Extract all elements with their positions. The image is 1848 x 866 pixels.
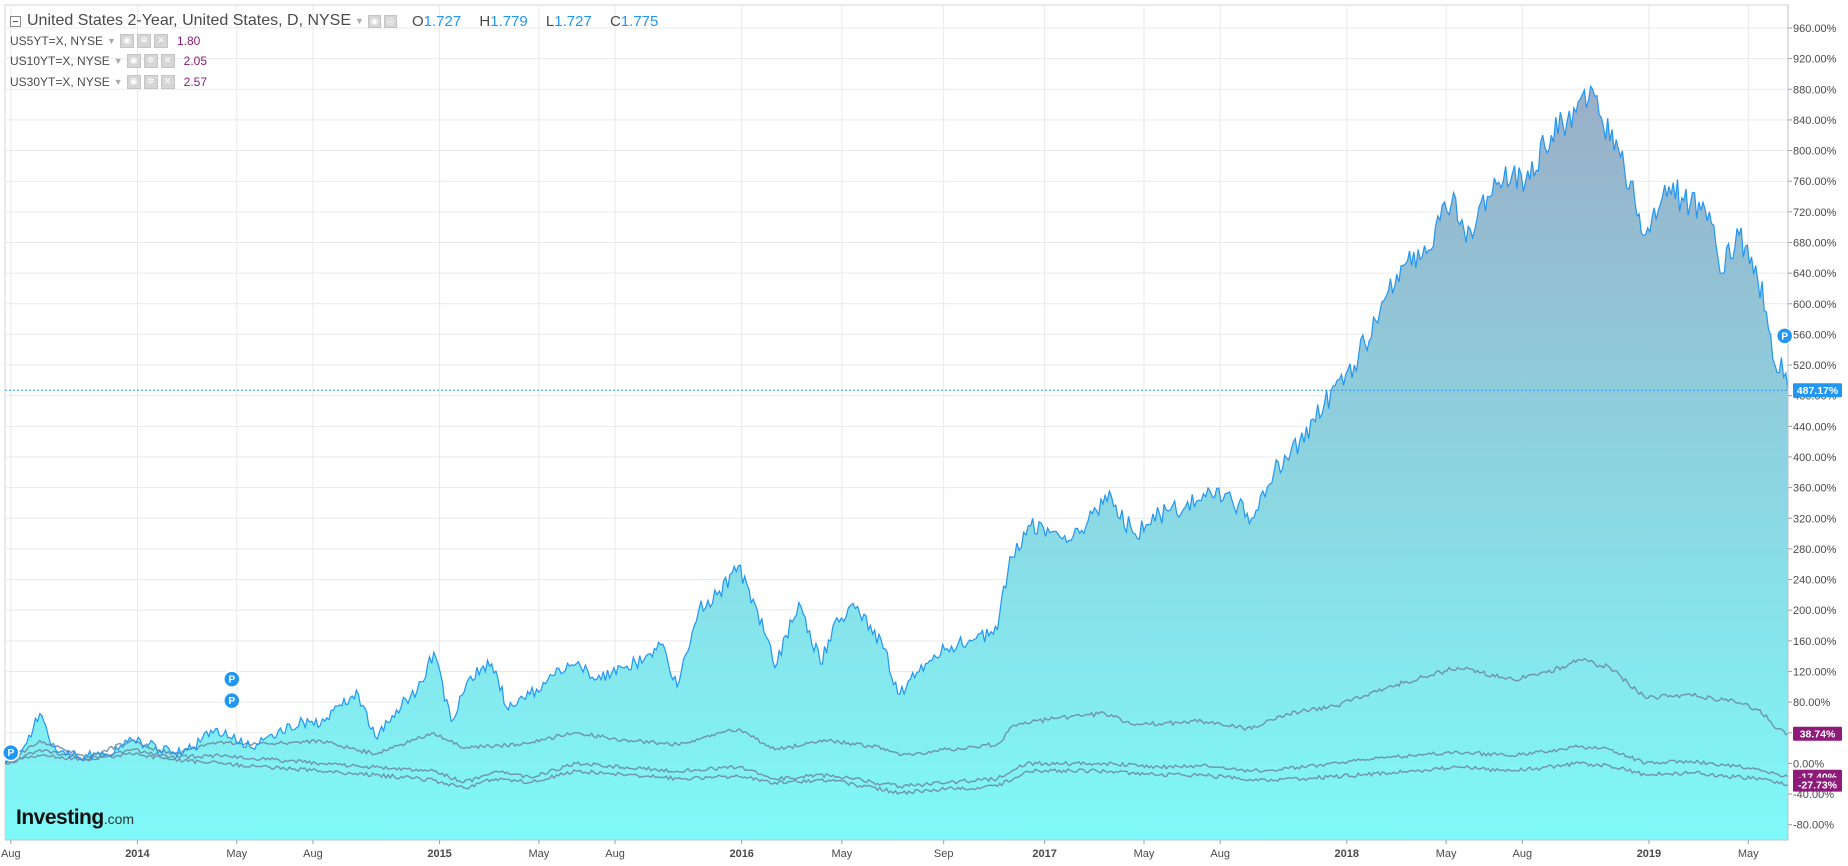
- x-tick-label: Aug: [605, 848, 625, 860]
- y-tick-label: 640.00%: [1793, 268, 1837, 280]
- x-tick-label: May: [831, 848, 852, 860]
- x-tick-label: May: [1738, 848, 1759, 860]
- x-tick-label: 2014: [125, 848, 150, 860]
- investing-logo: Investing.com: [16, 806, 134, 830]
- dropdown-caret-icon[interactable]: ▼: [114, 77, 123, 87]
- chart[interactable]: 960.00% 920.00% 880.00% 840.00% 800.00% 760.0…: [0, 0, 1848, 866]
- y-tick-label: 120.00%: [1793, 666, 1837, 678]
- settings-gear-icon[interactable]: ✲: [136, 34, 151, 48]
- last-value-label: 38.74%: [1800, 729, 1836, 741]
- y-tick-label: 960.00%: [1793, 23, 1837, 35]
- event-marker-label: P: [228, 675, 235, 686]
- last-value-label: 487.17%: [1797, 385, 1839, 397]
- y-tick-label: 880.00%: [1793, 84, 1837, 96]
- legend-row-us5yt[interactable]: US5YT=X, NYSE ▼ ◉ ✲ ✕ 1.80: [10, 32, 200, 50]
- y-tick-label: 920.00%: [1793, 54, 1837, 66]
- main-legend: United States 2-Year, United States, D, …: [10, 10, 672, 32]
- y-tick-label: 360.00%: [1793, 483, 1837, 495]
- chart-title: United States 2-Year, United States, D, …: [27, 12, 352, 29]
- low-value: 1.727: [554, 12, 592, 30]
- y-tick-label: 520.00%: [1793, 360, 1837, 372]
- y-tick-label: 240.00%: [1793, 575, 1837, 587]
- settings-gear-icon[interactable]: ✲: [143, 75, 158, 89]
- settings-icon[interactable]: ◉: [367, 14, 381, 28]
- legend-value: 2.05: [183, 54, 207, 68]
- high-value: 1.779: [490, 12, 528, 30]
- dropdown-caret-icon[interactable]: ▼: [355, 16, 364, 26]
- x-tick-label: Sep: [934, 848, 954, 860]
- settings-icon[interactable]: ◉: [126, 54, 141, 68]
- y-tick-label: 560.00%: [1793, 329, 1837, 341]
- logo-suffix: .com: [103, 811, 135, 827]
- x-tick-label: May: [1134, 848, 1155, 860]
- low-key: L: [545, 12, 555, 30]
- event-marker-label: P: [1781, 331, 1788, 342]
- x-tick-label: May: [226, 848, 247, 860]
- settings-icon[interactable]: ◉: [126, 75, 141, 89]
- y-tick-label: 80.00%: [1793, 697, 1831, 709]
- last-value-label: -27.73%: [1798, 780, 1838, 792]
- logo-text: Investing: [16, 806, 104, 829]
- close-icon[interactable]: ✕: [153, 34, 168, 48]
- ohlc-readout: O1.727 H1.779 L1.727 C1.775: [412, 13, 672, 30]
- y-tick-label: 720.00%: [1793, 207, 1837, 219]
- dropdown-caret-icon[interactable]: ▼: [107, 36, 116, 46]
- settings-icon[interactable]: ◉: [119, 34, 134, 48]
- legend-symbol: US5YT=X, NYSE: [10, 34, 104, 48]
- x-tick-label: Aug: [1210, 848, 1230, 860]
- x-tick-label: Aug: [1, 848, 21, 860]
- legend-symbol: US30YT=X, NYSE: [10, 75, 110, 89]
- x-tick-label: 2016: [729, 848, 753, 860]
- y-tick-label: 160.00%: [1793, 636, 1837, 648]
- x-tick-label: Aug: [303, 848, 323, 860]
- y-tick-label: 600.00%: [1793, 299, 1837, 311]
- y-tick-label: 440.00%: [1793, 421, 1837, 433]
- x-tick-label: 2019: [1637, 848, 1661, 860]
- y-tick-label: 0.00%: [1793, 758, 1824, 770]
- close-key: C: [609, 12, 621, 30]
- y-tick-label: 400.00%: [1793, 452, 1837, 464]
- y-tick-label: 280.00%: [1793, 544, 1837, 556]
- legend-symbol: US10YT=X, NYSE: [10, 54, 110, 68]
- close-icon[interactable]: ✕: [160, 75, 175, 89]
- settings-gear-icon[interactable]: ✲: [143, 54, 158, 68]
- y-tick-label: -80.00%: [1793, 820, 1834, 832]
- dropdown-caret-icon[interactable]: ▼: [114, 56, 123, 66]
- collapse-icon[interactable]: [10, 15, 21, 27]
- close-icon[interactable]: ✕: [160, 54, 175, 68]
- x-tick-label: 2017: [1032, 848, 1056, 860]
- open-key: O: [411, 12, 424, 30]
- high-key: H: [479, 12, 491, 30]
- legend-row-us30yt[interactable]: US30YT=X, NYSE ▼ ◉ ✲ ✕ 2.57: [10, 73, 207, 91]
- event-marker-label: P: [7, 748, 14, 759]
- y-tick-label: 800.00%: [1793, 146, 1837, 158]
- legend-value: 2.57: [183, 75, 207, 89]
- x-tick-label: 2018: [1335, 848, 1359, 860]
- event-marker-label: P: [228, 696, 235, 707]
- x-tick-label: May: [1436, 848, 1457, 860]
- y-tick-label: 760.00%: [1793, 176, 1837, 188]
- y-tick-label: 200.00%: [1793, 605, 1837, 617]
- y-tick-label: 680.00%: [1793, 237, 1837, 249]
- legend-value: 1.80: [176, 34, 201, 48]
- open-value: 1.727: [423, 12, 462, 30]
- legend-row-us10yt[interactable]: US10YT=X, NYSE ▼ ◉ ✲ ✕ 2.05: [10, 52, 207, 70]
- close-value: 1.775: [620, 12, 659, 30]
- x-tick-label: Aug: [1512, 848, 1532, 860]
- y-tick-label: 840.00%: [1793, 115, 1837, 127]
- x-tick-label: 2015: [427, 848, 451, 860]
- x-tick-label: May: [529, 848, 550, 860]
- hide-icon[interactable]: ◎: [383, 14, 397, 28]
- y-tick-label: 320.00%: [1793, 513, 1837, 525]
